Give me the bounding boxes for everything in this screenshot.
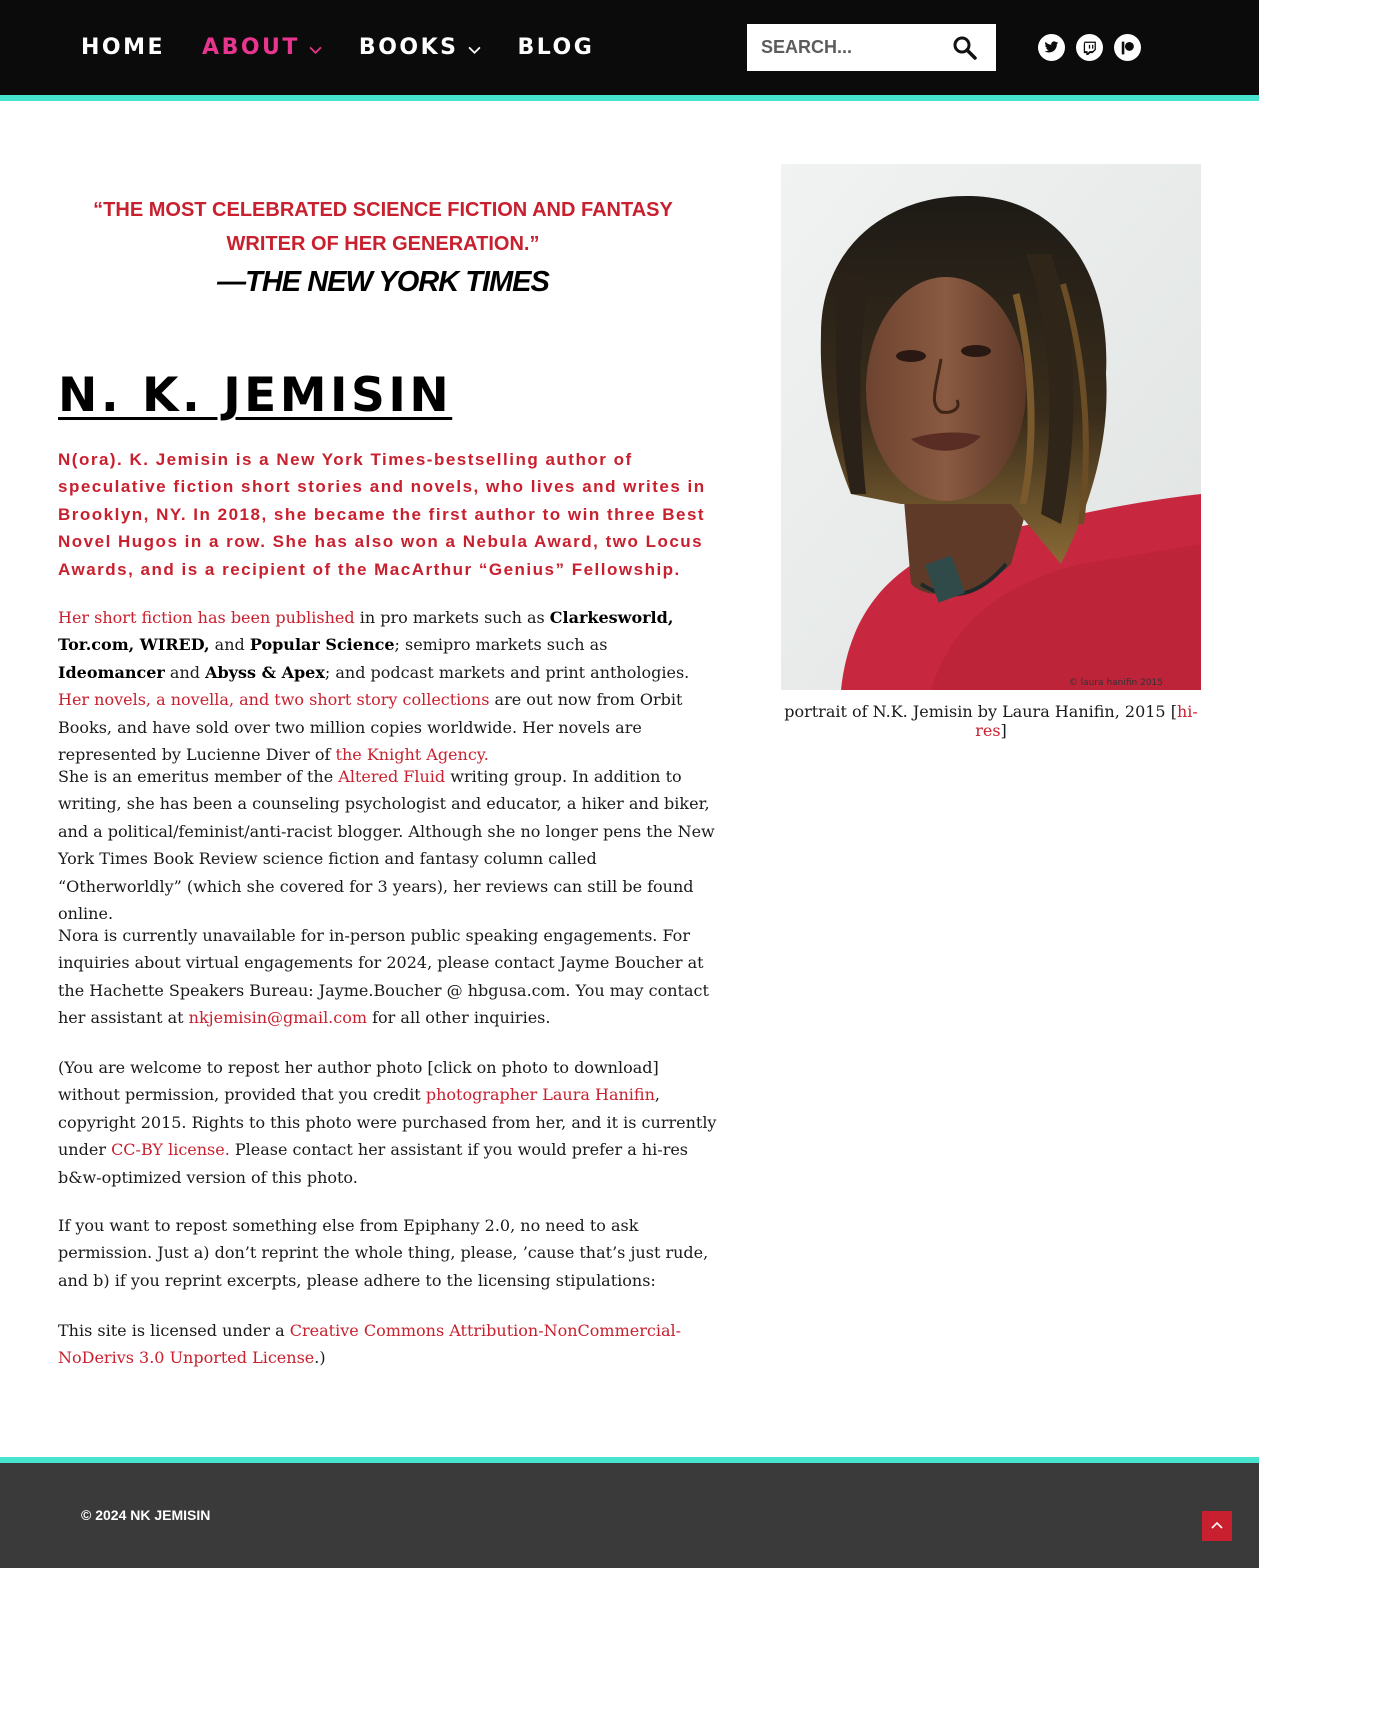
- bio-paragraph-repost: If you want to repost something else fro…: [58, 1216, 709, 1290]
- search-box: [747, 24, 996, 71]
- portrait-image: [781, 164, 1201, 690]
- chevron-down-icon: [309, 46, 322, 54]
- bio-lead: N(ora). K. Jemisin is a New York Times-b…: [58, 450, 706, 579]
- novels-link[interactable]: Her novels, a novella, and two short sto…: [58, 690, 489, 709]
- photo-credit: © laura hanifin 2015: [1068, 678, 1163, 688]
- search-icon[interactable]: [952, 35, 978, 61]
- nav-item-books[interactable]: BOOKS: [359, 35, 481, 60]
- press-quote: “THE MOST CELEBRATED SCIENCE FICTION AND…: [93, 199, 673, 255]
- patreon-icon[interactable]: [1114, 34, 1141, 61]
- knight-agency-link[interactable]: the Knight Agency.: [336, 745, 489, 764]
- short-fiction-link[interactable]: Her short fiction has been published: [58, 608, 355, 627]
- search-input[interactable]: [761, 37, 951, 58]
- bio-paragraph-publications: Her short fiction has been published in …: [58, 608, 690, 765]
- header-accent-stripe: [0, 95, 1259, 101]
- altered-fluid-link[interactable]: Altered Fluid: [338, 767, 445, 786]
- top-nav-bar: HOME ABOUT BOOKS BLOG: [0, 0, 1259, 95]
- nav-item-label: HOME: [81, 35, 166, 60]
- chevron-up-icon: [1211, 1521, 1223, 1529]
- bio-paragraph-speaking: Nora is currently unavailable for in-per…: [58, 926, 709, 1028]
- chevron-down-icon: [467, 46, 481, 54]
- nav-item-label: BLOG: [517, 35, 595, 60]
- press-quote-source: —THE NEW YORK TIMES: [217, 266, 550, 298]
- bio-paragraph-license: This site is licensed under a Creative C…: [58, 1321, 682, 1368]
- nav-item-home[interactable]: HOME: [81, 35, 165, 60]
- author-portrait[interactable]: © laura hanifin 2015: [781, 164, 1201, 690]
- photo-caption: portrait of N.K. Jemisin by Laura Hanifi…: [784, 702, 1198, 740]
- nav-item-label: ABOUT: [202, 35, 300, 60]
- nav-item-label: BOOKS: [358, 35, 459, 60]
- scroll-to-top-button[interactable]: [1202, 1511, 1232, 1541]
- nav-item-about[interactable]: ABOUT: [202, 35, 322, 60]
- photographer-link[interactable]: photographer Laura Hanifin: [426, 1085, 655, 1104]
- page-title[interactable]: N. K. JEMISIN: [58, 368, 452, 423]
- bio-paragraph-background: She is an emeritus member of the Altered…: [58, 767, 715, 924]
- twitch-icon[interactable]: [1076, 34, 1103, 61]
- cc-by-license-link[interactable]: CC-BY license.: [111, 1140, 230, 1159]
- copyright-text: © 2024 NK JEMISIN: [81, 1507, 211, 1523]
- email-link[interactable]: nkjemisin@gmail.com: [189, 1008, 367, 1027]
- nav-item-blog[interactable]: BLOG: [518, 35, 595, 60]
- main-nav: HOME ABOUT BOOKS BLOG: [81, 0, 631, 95]
- bio-paragraph-photo-rights: (You are welcome to repost her author ph…: [58, 1058, 717, 1187]
- site-footer: © 2024 NK JEMISIN: [0, 1463, 1259, 1568]
- twitter-icon[interactable]: [1038, 34, 1065, 61]
